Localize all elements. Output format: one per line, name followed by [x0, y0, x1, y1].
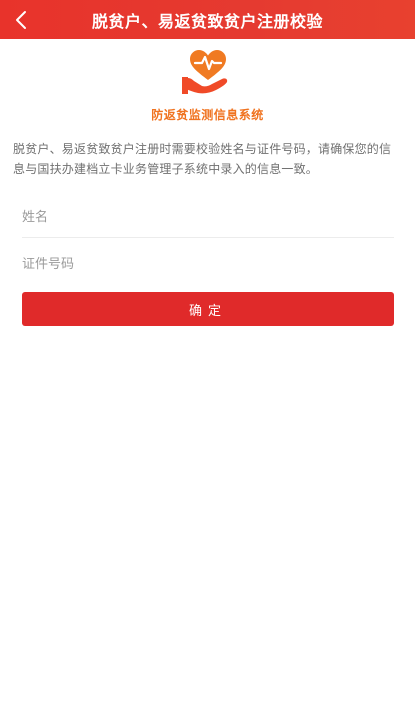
name-field [22, 198, 394, 238]
id-number-input[interactable] [22, 244, 394, 284]
app-header: 脱贫户、易返贫致贫户注册校验 [0, 0, 415, 39]
name-input[interactable] [22, 198, 394, 237]
heart-hand-icon [182, 50, 228, 94]
chevron-left-icon [16, 10, 26, 29]
page-title: 脱贫户、易返贫致贫户注册校验 [91, 11, 323, 31]
description-text: 脱贫户、易返贫致贫户注册时需要校验姓名与证件号码，请确保您的信息与国扶办建档立卡… [13, 142, 392, 176]
back-button[interactable] [6, 0, 36, 39]
confirm-button[interactable]: 确定 [22, 292, 394, 326]
system-name: 防返贫监测信息系统 [151, 108, 264, 122]
registration-check-page: 脱贫户、易返贫致贫户注册校验 防返贫监测信息系统 脱贫户、易返贫致贫户注册时需要… [0, 0, 415, 720]
id-number-field [22, 244, 394, 284]
